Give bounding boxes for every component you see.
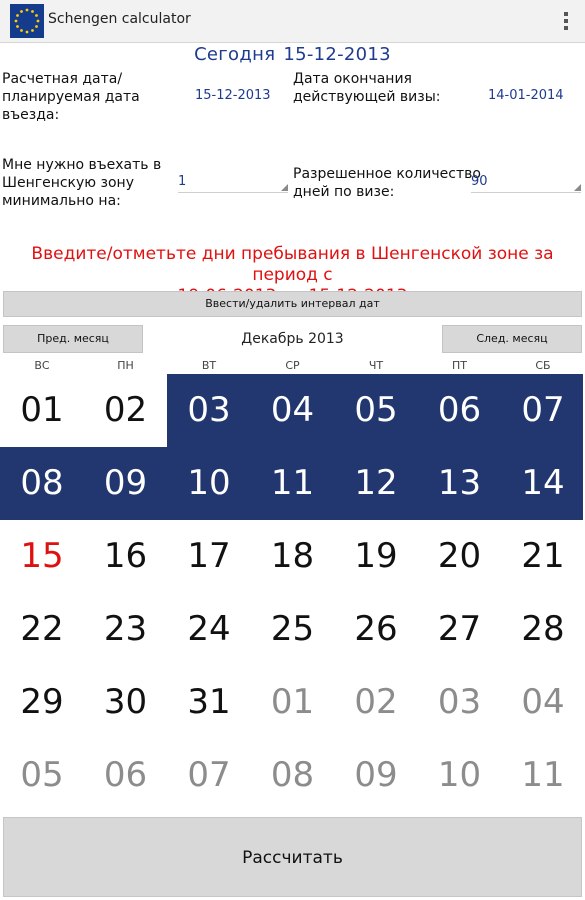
calendar-day[interactable]: 13: [418, 447, 502, 520]
calendar-day[interactable]: 09: [84, 447, 168, 520]
calculate-button[interactable]: Рассчитать: [3, 817, 582, 897]
next-month-button[interactable]: След. месяц: [442, 325, 582, 353]
calendar-day[interactable]: 18: [251, 520, 335, 593]
calendar-day[interactable]: 10: [418, 739, 502, 812]
calendar-day[interactable]: 08: [251, 739, 335, 812]
allowed-days-value: 90: [471, 174, 488, 189]
calendar-day[interactable]: 28: [501, 593, 585, 666]
calendar-day[interactable]: 08: [0, 447, 84, 520]
calendar-day[interactable]: 31: [167, 666, 251, 739]
calendar-day[interactable]: 11: [501, 739, 585, 812]
calendar-day[interactable]: 26: [334, 593, 418, 666]
weekday-label: ВТ: [201, 359, 217, 372]
calendar-day[interactable]: 25: [251, 593, 335, 666]
calendar-day[interactable]: 02: [334, 666, 418, 739]
spinner-arrow-icon: [281, 184, 288, 191]
calendar-day[interactable]: 27: [418, 593, 502, 666]
eu-flag-icon: [10, 4, 44, 38]
calendar-day[interactable]: 04: [251, 374, 335, 447]
calendar-day[interactable]: 20: [418, 520, 502, 593]
today-date: 15-12-2013: [283, 44, 391, 65]
calendar-day[interactable]: 19: [334, 520, 418, 593]
calendar-day[interactable]: 21: [501, 520, 585, 593]
calc-date-value[interactable]: 15-12-2013: [195, 88, 271, 103]
calendar-day[interactable]: 03: [167, 374, 251, 447]
allowed-days-spinner[interactable]: 90: [471, 174, 581, 193]
date-interval-button[interactable]: Ввести/удалить интервал дат: [3, 291, 582, 317]
weekday-label: СБ: [535, 359, 551, 372]
calendar-day[interactable]: 06: [84, 739, 168, 812]
visa-end-value[interactable]: 14-01-2014: [488, 88, 564, 103]
calendar-day[interactable]: 03: [418, 666, 502, 739]
calendar-day[interactable]: 01: [251, 666, 335, 739]
spinner-arrow-icon: [574, 184, 581, 191]
calendar-day[interactable]: 01: [0, 374, 84, 447]
weekday-label: СР: [285, 359, 300, 372]
calendar-day[interactable]: 12: [334, 447, 418, 520]
calendar-day[interactable]: 05: [334, 374, 418, 447]
calendar-day[interactable]: 22: [0, 593, 84, 666]
calendar-day[interactable]: 10: [167, 447, 251, 520]
calendar-day[interactable]: 04: [501, 666, 585, 739]
visa-end-label: Дата окончания действующей визы:: [293, 71, 441, 105]
weekday-label: ВС: [34, 359, 50, 372]
calendar-day[interactable]: 14: [501, 447, 585, 520]
calendar-day[interactable]: 02: [84, 374, 168, 447]
calendar-day[interactable]: 23: [84, 593, 168, 666]
calendar-day[interactable]: 16: [84, 520, 168, 593]
calendar-day[interactable]: 29: [0, 666, 84, 739]
calendar-day[interactable]: 24: [167, 593, 251, 666]
overflow-menu-icon[interactable]: [563, 12, 569, 30]
today-header: Сегодня 15-12-2013: [0, 44, 585, 65]
weekday-label: ЧТ: [368, 359, 384, 372]
calendar-day[interactable]: 07: [167, 739, 251, 812]
app-title: Schengen calculator: [48, 11, 191, 27]
calendar-day[interactable]: 11: [251, 447, 335, 520]
action-bar: Schengen calculator: [0, 0, 585, 43]
min-stay-spinner[interactable]: 1: [178, 174, 288, 193]
calendar-day[interactable]: 05: [0, 739, 84, 812]
calendar-day[interactable]: 07: [501, 374, 585, 447]
calendar-day[interactable]: 30: [84, 666, 168, 739]
allowed-days-label: Разрешенное количество дней по визе:: [293, 166, 481, 200]
weekday-label: ПН: [117, 359, 134, 372]
min-stay-value: 1: [178, 174, 187, 189]
calendar-day[interactable]: 15: [0, 520, 84, 593]
calendar-day[interactable]: 17: [167, 520, 251, 593]
calendar-day[interactable]: 09: [334, 739, 418, 812]
min-stay-label: Мне нужно въехать в Шенгенскую зону мини…: [2, 157, 162, 209]
calc-date-label: Расчетная дата/ планируемая дата въезда:: [2, 71, 140, 123]
weekday-label: ПТ: [452, 359, 467, 372]
today-label: Сегодня: [194, 44, 276, 65]
calendar-day[interactable]: 06: [418, 374, 502, 447]
